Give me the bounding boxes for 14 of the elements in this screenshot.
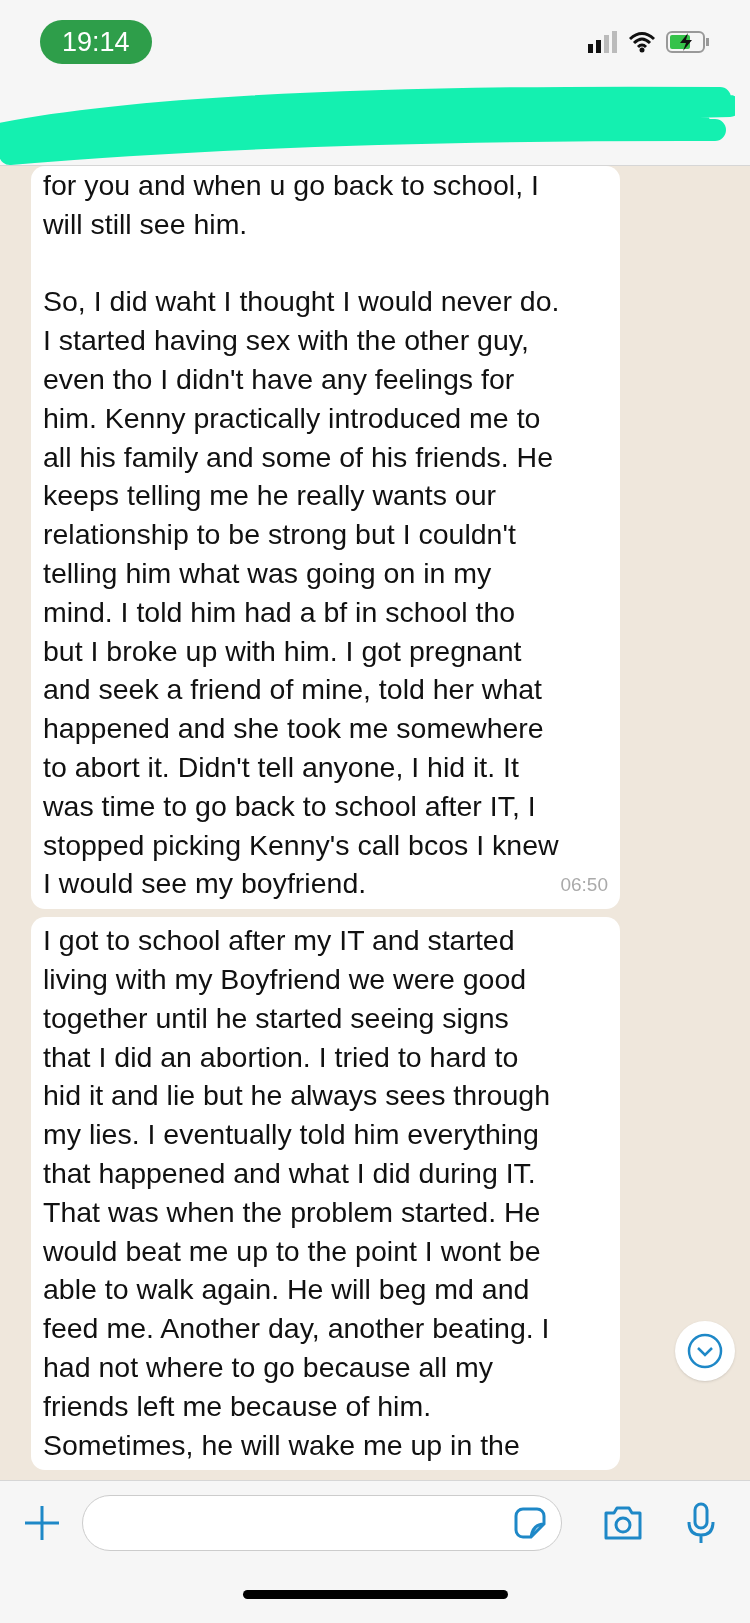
- wifi-icon: [628, 31, 656, 53]
- message-text: I got to school after my IT and started living with my Boyfriend we were good together until he started seeing signs that I did an abortion. I tried to hard to hid it and lie but he always sees through my lies. I eventually told him everything that happened and what I did during IT. That was when the problem started. He would beat me up to the point I wont be able to walk again. He will beg md and feed me. Another day, another beating. I had not where to go because all my friends left me because of him. Sometimes, he will wake me up in the: [43, 923, 550, 1463]
- signal-icon: [588, 31, 618, 53]
- message-time: 06:50: [560, 872, 608, 897]
- message-input-field[interactable]: [82, 1495, 562, 1551]
- scroll-down-button[interactable]: [675, 1321, 735, 1381]
- plus-icon[interactable]: [22, 1503, 62, 1543]
- chevron-down-icon: [686, 1332, 724, 1370]
- status-time: 19:14: [40, 19, 152, 65]
- microphone-icon[interactable]: [686, 1502, 716, 1544]
- message-text: for you and when u go back to school, I will still see him. So, I did waht I thought I would never do. I started having sex with the other guy, even tho I didn't have any feelings for him. Kenny practically introduced me to all his family and some of his friends. He keeps telling me he really wants our relationship to be strong but I couldn't telling him what was going on in my mind. I told him had a bf in school tho but I broke up with him. I got pregnant and seek a friend of mine, told her what happened and she took me somewhere to abort it. Didn't tell anyone, I hid it. It was time to go back to school after IT, I stopped picking Kenny's call bcos I knew I would see my boyfriend.: [43, 168, 560, 902]
- battery-charging-icon: [666, 30, 710, 54]
- camera-icon[interactable]: [602, 1505, 644, 1541]
- sticker-icon[interactable]: [513, 1506, 547, 1540]
